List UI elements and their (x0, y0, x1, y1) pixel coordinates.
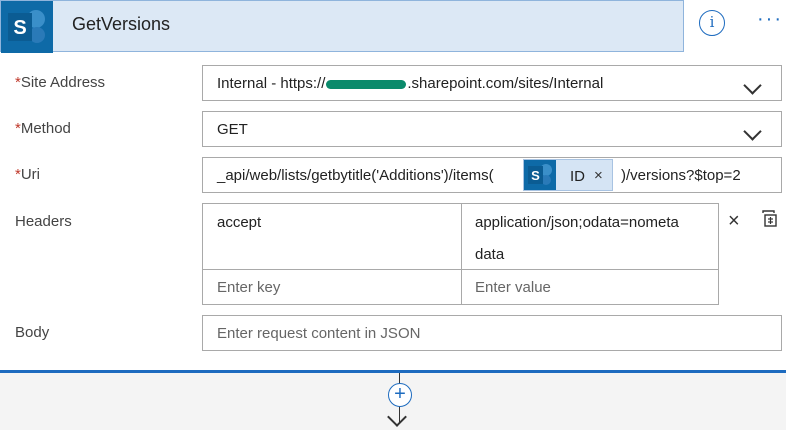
header-value-line-2[interactable]: data (475, 246, 504, 263)
action-header[interactable]: S GetVersions (0, 0, 684, 53)
sharepoint-icon: S (1, 1, 53, 53)
site-address-dropdown[interactable]: Internal - https://.sharepoint.com/sites… (202, 65, 782, 101)
uri-value-suffix: )/versions?$top=2 (621, 167, 741, 184)
method-label: *Method (15, 120, 71, 137)
delete-header-icon[interactable]: × (728, 210, 740, 233)
new-header-value-input[interactable]: Enter value (475, 279, 551, 296)
info-icon[interactable]: i (699, 10, 725, 36)
chevron-down-icon (743, 122, 762, 141)
add-step-button[interactable]: + (388, 383, 412, 407)
sharepoint-icon: S (524, 160, 556, 190)
header-value-line-1[interactable]: application/json;odata=nometa (475, 214, 679, 231)
uri-input[interactable]: _api/web/lists/getbytitle('Additions')/i… (202, 157, 782, 193)
headers-table: accept application/json;odata=nometa dat… (202, 203, 719, 305)
uri-label: *Uri (15, 166, 41, 183)
method-chevron-button[interactable] (721, 112, 781, 146)
site-address-value: Internal - https://.sharepoint.com/sites… (217, 75, 604, 92)
headers-label: Headers (15, 213, 72, 230)
divider (461, 204, 462, 304)
token-remove-button[interactable]: × (594, 167, 603, 184)
uri-value-prefix: _api/web/lists/getbytitle('Additions')/i… (217, 167, 494, 184)
body-placeholder: Enter request content in JSON (217, 325, 421, 342)
action-card: S GetVersions i ··· *Site Address Intern… (0, 0, 786, 372)
method-value: GET (217, 121, 248, 138)
chevron-down-icon (743, 76, 762, 95)
body-label: Body (15, 324, 50, 341)
site-address-chevron-button[interactable] (721, 66, 781, 100)
arrow-down-icon (387, 407, 407, 427)
dynamic-content-token-id[interactable]: S ID × (523, 159, 613, 191)
new-header-key-input[interactable]: Enter key (217, 279, 280, 296)
header-key-input[interactable]: accept (217, 214, 261, 231)
svg-text:S: S (531, 168, 540, 183)
action-title[interactable]: GetVersions (72, 14, 170, 35)
method-dropdown[interactable]: GET (202, 111, 782, 147)
divider (203, 269, 718, 270)
redaction-mark (326, 79, 407, 89)
switch-to-text-mode-icon[interactable] (760, 209, 780, 234)
card-bottom-border (0, 370, 786, 373)
site-address-label: *Site Address (15, 74, 106, 91)
token-label: ID (570, 168, 585, 185)
body-input[interactable]: Enter request content in JSON (202, 315, 782, 351)
svg-text:S: S (13, 17, 26, 39)
more-options-icon[interactable]: ··· (757, 8, 783, 31)
